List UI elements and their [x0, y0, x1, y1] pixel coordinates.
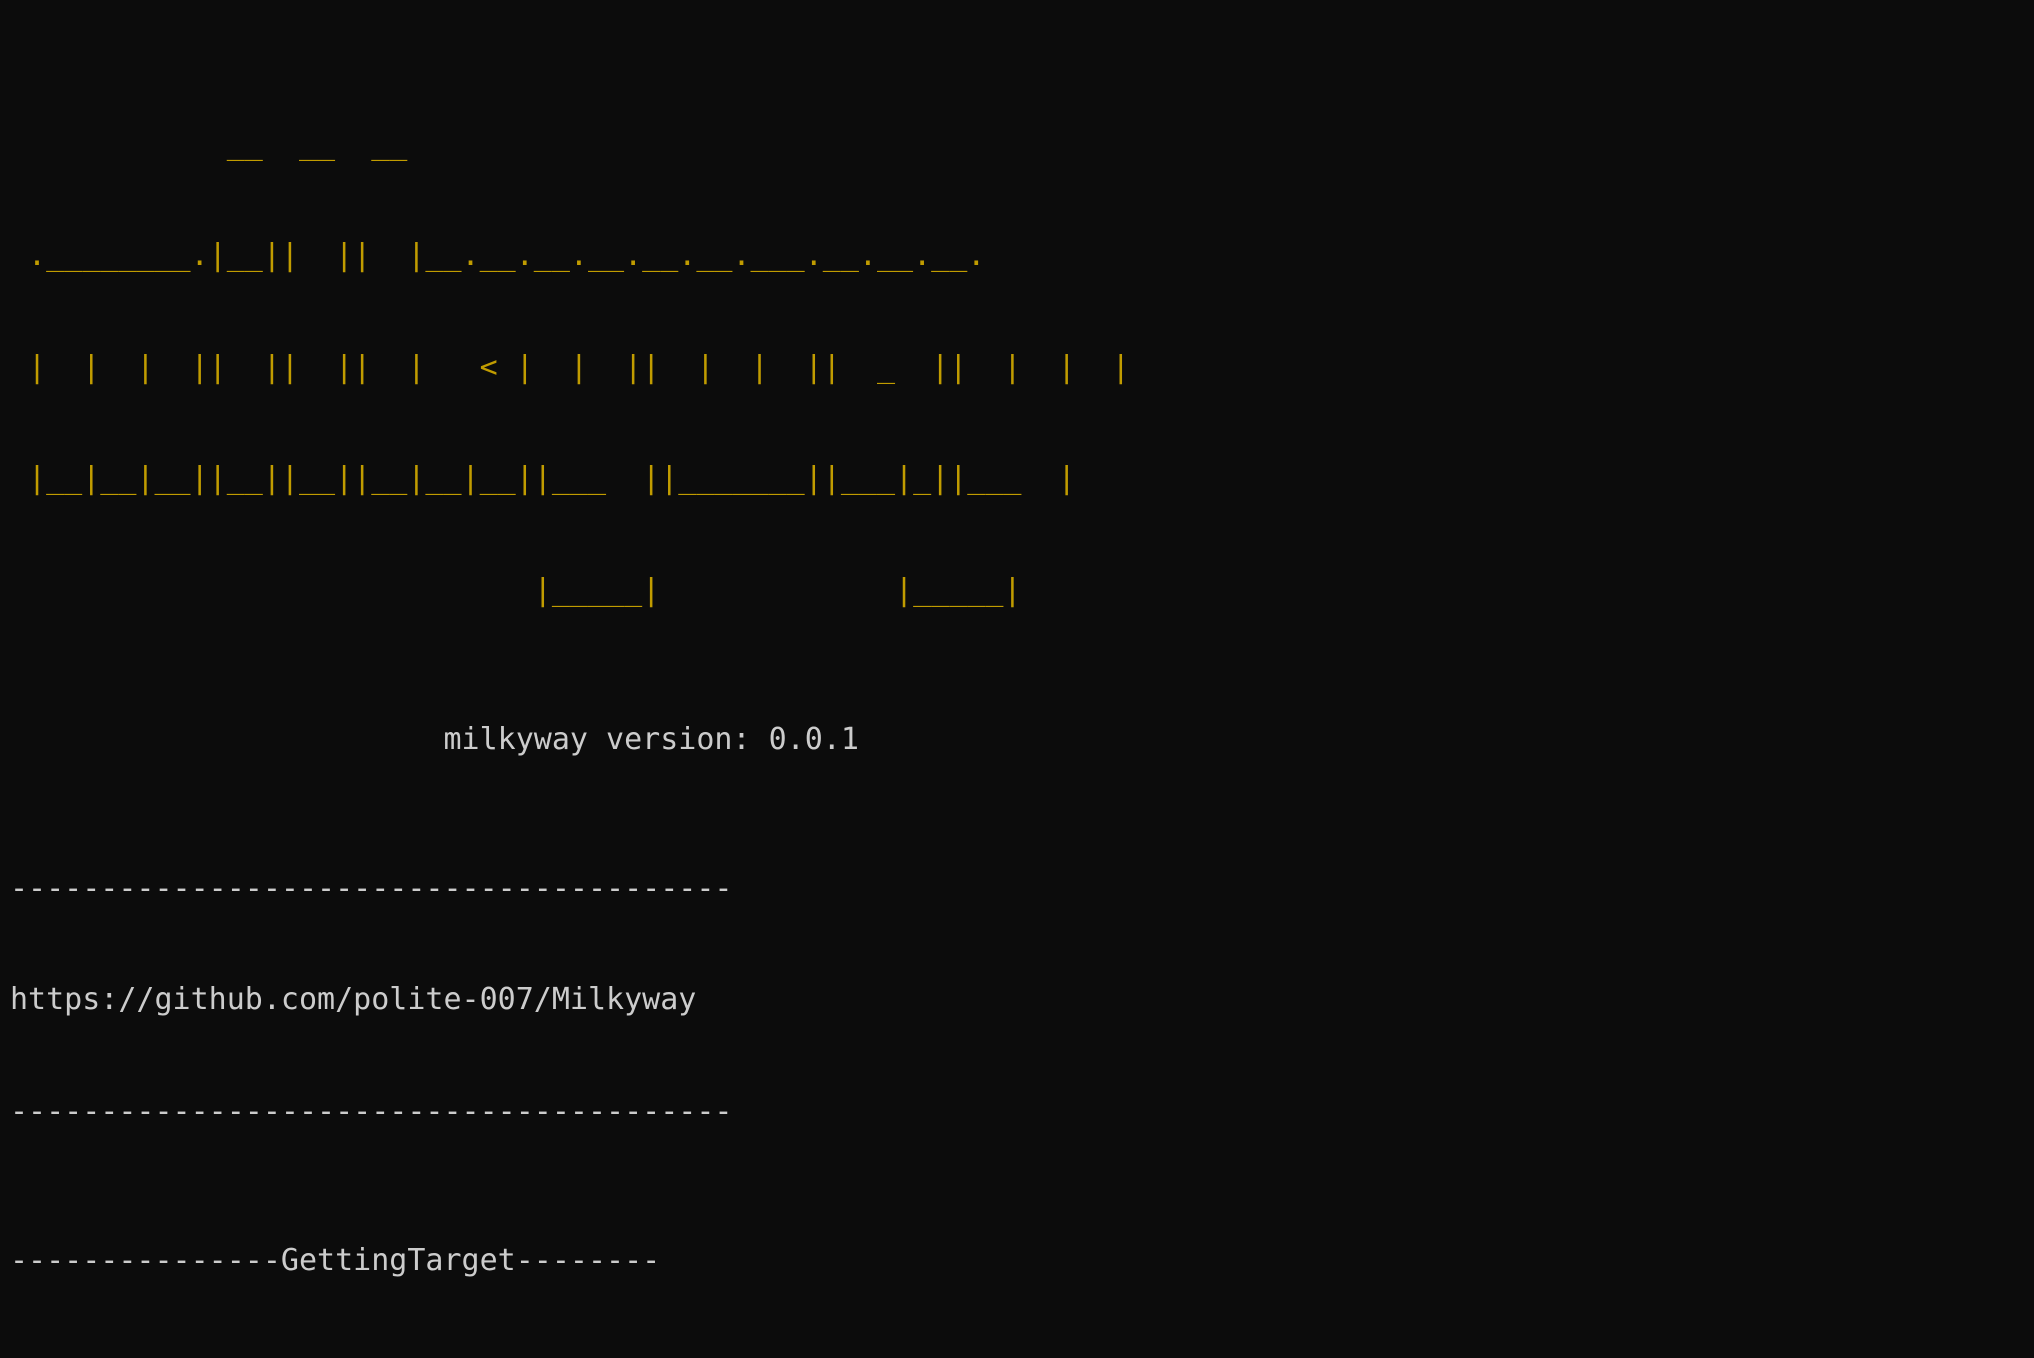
banner-line-5: |_____| |_____|	[10, 572, 1022, 608]
banner-line-1: __ __ __	[10, 126, 1058, 162]
banner-line-2: .________.|__|| || |__.__.__.__.__.__.__…	[10, 238, 986, 274]
divider-bottom: ----------------------------------------	[10, 1093, 733, 1129]
version-text: milkyway version: 0.0.1	[443, 721, 859, 757]
version-indent	[10, 722, 443, 757]
version-line: milkyway version: 0.0.1	[10, 721, 2034, 758]
repo-url: https://github.com/polite-007/Milkyway	[10, 982, 697, 1018]
banner-line-3: | | | || || || | < | | || | | || _ || | …	[10, 349, 1130, 385]
terminal-output: __ __ __ .________.|__|| || |__.__.__.__…	[0, 0, 2034, 1358]
divider-top: ----------------------------------------	[10, 870, 733, 906]
section-getting-target: ---------------GettingTarget--------	[10, 1242, 661, 1278]
section-config: ---------------Config---------------	[10, 1353, 2034, 1358]
banner-line-4: |__|__|__||__||__||__|__|__||___ ||_____…	[10, 461, 1076, 497]
